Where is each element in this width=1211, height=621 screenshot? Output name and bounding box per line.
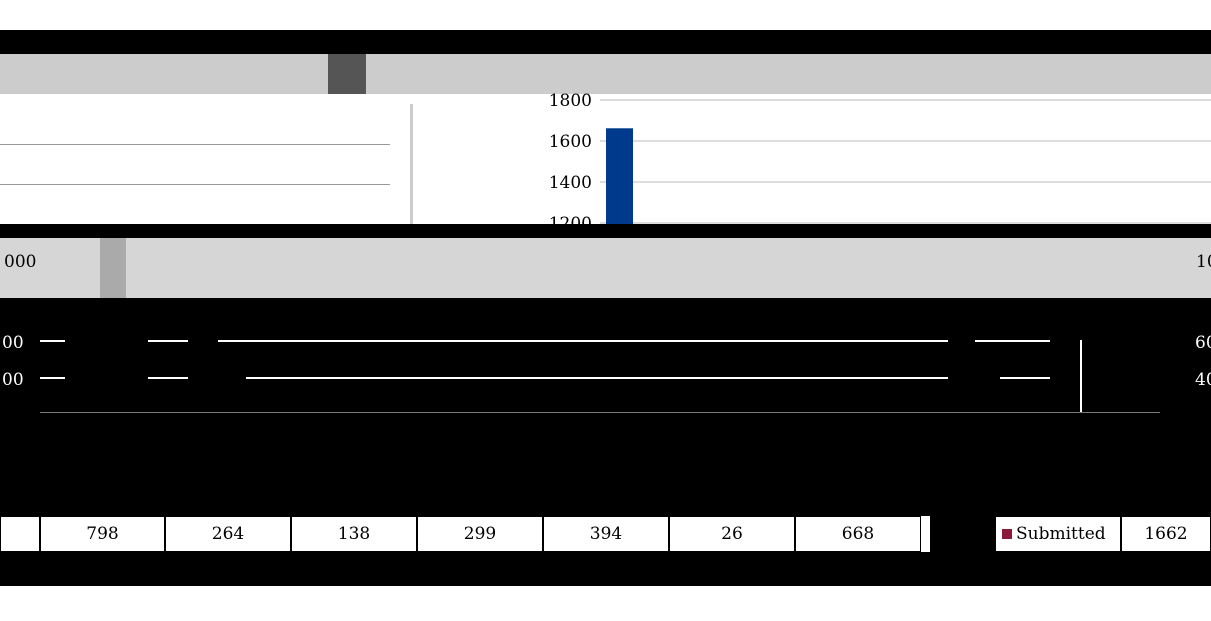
table-cell: 138 <box>291 516 417 552</box>
axis-band <box>0 238 1211 298</box>
right-tick-label-3: 40 <box>1195 370 1211 390</box>
legend-item: Submitted <box>995 516 1121 552</box>
left-tick-label-3: 00 <box>2 370 24 390</box>
y-tick-label-1800: 1800 <box>549 91 592 111</box>
legend-swatch <box>1002 529 1012 539</box>
table-cell: 668 <box>795 516 921 552</box>
legend-value: 1662 <box>1121 516 1211 552</box>
table-cell: 264 <box>165 516 291 552</box>
footer-area <box>0 586 1211 621</box>
right-tick-label-1: 10 <box>1196 252 1211 272</box>
data-table-row: 798 264 138 299 394 26 668 <box>0 516 930 552</box>
y-tick-label-1600: 1600 <box>549 132 592 152</box>
left-tick-label-2: 00 <box>2 333 24 353</box>
axis-tab <box>100 238 126 298</box>
y-tick-label-1400: 1400 <box>549 173 592 193</box>
bar-chart: 1200140016001800 <box>418 91 1211 234</box>
table-cell: 798 <box>40 516 165 552</box>
legend-label: Submitted <box>1016 524 1106 544</box>
bar-0-0 <box>606 128 633 224</box>
right-tick-label-2: 60 <box>1195 333 1211 353</box>
table-cell-blank <box>0 516 40 552</box>
left-tick-label-1: 000 <box>4 252 37 272</box>
table-cell: 26 <box>669 516 795 552</box>
table-cell: 299 <box>417 516 543 552</box>
footer-strip <box>0 552 1211 586</box>
table-cell: 394 <box>543 516 669 552</box>
plot-background <box>418 94 1211 224</box>
legend: Submitted 1662 <box>995 516 1211 552</box>
lower-panel <box>0 298 1211 516</box>
